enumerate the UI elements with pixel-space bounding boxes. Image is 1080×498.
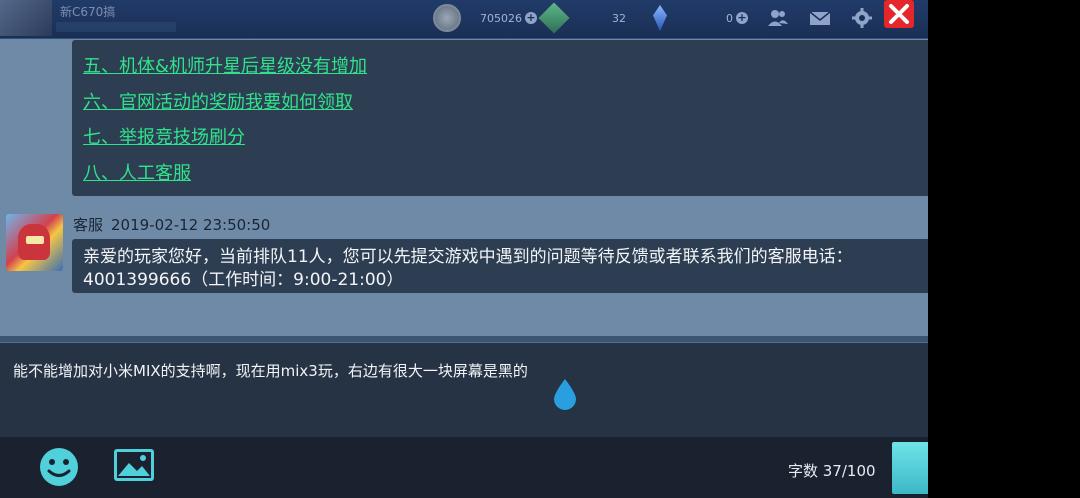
gear-icon[interactable] bbox=[851, 8, 873, 28]
service-message-bubble: 亲爱的玩家您好，当前排队11人，您可以先提交游戏中遇到的问题等待反馈或者联系我们… bbox=[72, 239, 928, 293]
friends-icon[interactable] bbox=[767, 8, 789, 28]
faq-link-7[interactable]: 七、举报竞技场刷分 bbox=[83, 123, 245, 149]
faq-message-bubble: 五、机体&机师升星后星级没有增加 六、官网活动的奖励我要如何领取 七、举报竞技场… bbox=[72, 40, 928, 196]
message-line-2: 4001399666（工作时间：9:00-21:00） bbox=[83, 270, 404, 290]
coin-counter: 705026 + bbox=[480, 0, 537, 36]
faq-link-8[interactable]: 八、人工客服 bbox=[83, 159, 191, 185]
top-bar: 新C670搞 705026 + 32 0 + bbox=[0, 0, 928, 39]
blank-screen-area bbox=[928, 0, 1080, 498]
message-header: 客服 2019-02-12 23:50:50 bbox=[73, 214, 270, 235]
message-input[interactable]: 能不能增加对小米MIX的支持啊，现在用mix3玩，右边有很大一块屏幕是黑的 bbox=[0, 342, 928, 438]
add-crystal-button[interactable]: + bbox=[736, 12, 748, 24]
coin-icon bbox=[433, 4, 461, 32]
message-text: 亲爱的玩家您好，当前排队11人，您可以先提交游戏中遇到的问题等待反馈或者联系我们… bbox=[83, 246, 928, 292]
message-timestamp: 2019-02-12 23:50:50 bbox=[111, 216, 271, 234]
mail-icon[interactable] bbox=[809, 8, 831, 28]
message-input-text: 能不能增加对小米MIX的支持啊，现在用mix3玩，右边有很大一块屏幕是黑的 bbox=[13, 362, 528, 380]
crystal-count: 0 bbox=[726, 11, 733, 25]
gem-counter: 32 bbox=[612, 0, 626, 36]
send-button[interactable] bbox=[892, 442, 928, 494]
image-icon[interactable] bbox=[113, 448, 155, 482]
crystal-counter: 0 + bbox=[726, 0, 748, 36]
gem-icon bbox=[538, 2, 570, 34]
crystal-resource bbox=[653, 0, 667, 36]
faq-link-5[interactable]: 五、机体&机师升星后星级没有增加 bbox=[83, 52, 367, 78]
close-button[interactable] bbox=[884, 0, 914, 28]
coin-resource bbox=[433, 0, 461, 36]
faq-link-6[interactable]: 六、官网活动的奖励我要如何领取 bbox=[83, 88, 353, 114]
customer-service-screen: 新C670搞 705026 + 32 0 + 五、机体&机师升星后星级没有增加 … bbox=[0, 0, 928, 498]
avatar-visor bbox=[26, 236, 44, 244]
text-cursor-handle-icon[interactable] bbox=[552, 378, 578, 410]
player-avatar[interactable] bbox=[0, 0, 52, 36]
gem-count: 32 bbox=[612, 11, 626, 25]
emoji-icon[interactable] bbox=[38, 446, 80, 488]
gem-resource bbox=[538, 0, 570, 36]
coin-count: 705026 bbox=[480, 11, 522, 25]
message-line-1: 亲爱的玩家您好，当前排队11人，您可以先提交游戏中遇到的问题等待反馈或者联系我们… bbox=[83, 247, 853, 267]
sender-name: 客服 bbox=[73, 216, 104, 234]
player-name: 新C670搞 bbox=[60, 5, 116, 19]
add-coin-button[interactable]: + bbox=[525, 12, 537, 24]
crystal-icon bbox=[653, 5, 667, 31]
character-counter: 字数 37/100 bbox=[788, 462, 876, 480]
close-icon bbox=[889, 4, 909, 24]
service-avatar bbox=[6, 214, 63, 271]
player-level-bar bbox=[56, 22, 176, 32]
